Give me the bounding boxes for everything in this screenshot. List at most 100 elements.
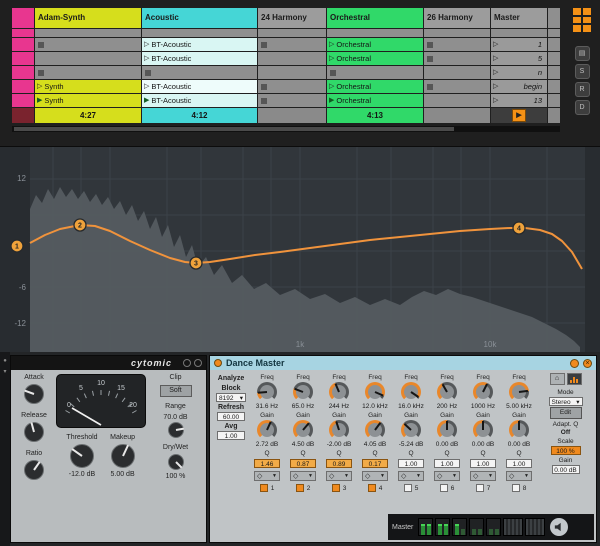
clip-stop-button[interactable] <box>38 70 44 76</box>
gain-knob-band-3[interactable] <box>329 420 349 440</box>
device-chevron-icon[interactable]: ▾ <box>3 368 6 375</box>
clip-slot[interactable] <box>258 66 326 79</box>
clip-bt-acoustic[interactable]: ▷BT-Acoustic <box>142 80 257 93</box>
gain-knob-band-4[interactable] <box>365 420 385 440</box>
band-shape-select[interactable]: ◇▼ <box>434 471 460 481</box>
eq-band-handle-4[interactable]: 4 <box>513 222 525 234</box>
clip-launch-button[interactable]: ▷ <box>144 80 149 93</box>
clip-slot[interactable] <box>35 66 141 79</box>
band-enable[interactable]: 7 <box>476 484 491 492</box>
freq-knob-band-1[interactable] <box>257 382 277 402</box>
scene-launch-button[interactable]: ▷ <box>493 80 498 93</box>
scene-slot[interactable]: ▷13 <box>491 94 547 107</box>
eq-close-icon[interactable]: × <box>583 359 592 368</box>
clip-synth[interactable]: ▷Synth <box>35 80 141 93</box>
adaptq-value[interactable]: Off <box>561 429 570 436</box>
eq-band-handle-1[interactable]: 1 <box>11 240 23 252</box>
clip-slot[interactable] <box>258 38 326 51</box>
gain-knob-band-7[interactable] <box>473 420 493 440</box>
band-enable-checkbox[interactable] <box>404 484 412 492</box>
gain-value[interactable]: 0.00 dB <box>508 441 530 448</box>
track-header-master[interactable]: Master <box>491 8 547 28</box>
track-header-pink[interactable] <box>12 8 34 28</box>
clip-slot[interactable] <box>12 38 34 51</box>
eq-titlebar[interactable]: Dance Master × <box>210 356 596 370</box>
gain-value[interactable]: 0.00 dB <box>436 441 458 448</box>
scene-launch-button[interactable]: ▷ <box>493 66 498 79</box>
freq-knob-band-3[interactable] <box>329 382 349 402</box>
clip-bt-acoustic[interactable]: ▶BT-Acoustic <box>142 94 257 107</box>
eq-spectrum-display[interactable]: 12-6-121k10k1234 <box>0 146 600 352</box>
show-io-button[interactable]: ▤ <box>575 46 590 61</box>
band-enable-checkbox[interactable] <box>260 484 268 492</box>
freq-knob-band-2[interactable] <box>293 382 313 402</box>
clip-launch-button[interactable]: ▷ <box>329 80 334 93</box>
band-enable-checkbox[interactable] <box>296 484 304 492</box>
clip-slot[interactable] <box>424 52 490 65</box>
clip-slot[interactable] <box>142 66 257 79</box>
eq-activity-icon[interactable] <box>570 359 579 368</box>
clip-slot[interactable] <box>424 38 490 51</box>
makeup-knob[interactable] <box>110 443 136 469</box>
freq-value[interactable]: 5.00 kHz <box>506 403 532 410</box>
clip-slot[interactable] <box>548 66 560 79</box>
clip-bt-acoustic[interactable]: ▷BT-Acoustic <box>142 52 257 65</box>
clip-slot[interactable] <box>424 94 490 107</box>
gain-knob-band-2[interactable] <box>293 420 313 440</box>
gain-knob-band-8[interactable] <box>509 420 529 440</box>
freq-value[interactable]: 65.0 Hz <box>292 403 314 410</box>
clip-stop-button[interactable] <box>261 42 267 48</box>
clip-launch-button[interactable]: ▶ <box>37 94 42 107</box>
gain-value[interactable]: 0.00 dB <box>472 441 494 448</box>
eq-band-handle-3[interactable]: 3 <box>190 257 202 269</box>
track-header-adam-synth[interactable]: Adam-Synth <box>35 8 141 28</box>
clip-slot[interactable] <box>548 80 560 93</box>
band-shape-select[interactable]: ◇▼ <box>326 471 352 481</box>
track-header-24-harmony[interactable]: 24 Harmony <box>258 8 326 28</box>
gain-knob-band-1[interactable] <box>257 420 277 440</box>
range-value[interactable]: 70.0 dB <box>163 414 187 421</box>
clip-stop-button[interactable] <box>261 84 267 90</box>
threshold-value[interactable]: -12.0 dB <box>69 471 95 478</box>
release-knob[interactable] <box>23 421 45 443</box>
clip-slot[interactable] <box>548 52 560 65</box>
band-enable-checkbox[interactable] <box>440 484 448 492</box>
clip-launch-button[interactable]: ▷ <box>329 52 334 65</box>
track-header-scene-strip[interactable] <box>548 8 560 28</box>
curve-view-icon[interactable]: ⌂ <box>550 373 565 385</box>
clip-launch-button[interactable]: ▷ <box>37 80 42 93</box>
q-value-box[interactable]: 0.87 <box>290 459 316 468</box>
session-overview-icon[interactable] <box>573 8 591 32</box>
scene-launch-button[interactable]: ▷ <box>493 38 498 51</box>
q-value-box[interactable]: 1.46 <box>254 459 280 468</box>
gain-knob-band-5[interactable] <box>401 420 421 440</box>
band-enable-checkbox[interactable] <box>368 484 376 492</box>
q-value-box[interactable]: 1.00 <box>398 459 424 468</box>
scene-slot[interactable]: ▷n <box>491 66 547 79</box>
ratio-knob[interactable] <box>23 459 45 481</box>
freq-value[interactable]: 1000 Hz <box>471 403 495 410</box>
band-enable-checkbox[interactable] <box>476 484 484 492</box>
routing-box-2[interactable] <box>525 518 545 536</box>
freq-value[interactable]: 244 Hz <box>329 403 350 410</box>
routing-box-1[interactable] <box>503 518 523 536</box>
scene-slot[interactable]: ▷begin <box>491 80 547 93</box>
clip-launch-button[interactable]: ▶ <box>144 94 149 107</box>
clip-slot[interactable] <box>424 66 490 79</box>
gain-value[interactable]: -5.24 dB <box>399 441 424 448</box>
edit-button[interactable]: Edit <box>550 407 582 419</box>
gain-value[interactable]: -2.00 dB <box>327 441 352 448</box>
clip-orchestral[interactable]: ▶Orchestral <box>327 94 423 107</box>
q-value-box[interactable]: 1.00 <box>470 459 496 468</box>
eq-band-handle-2[interactable]: 2 <box>74 219 86 231</box>
band-shape-select[interactable]: ◇▼ <box>290 471 316 481</box>
scene-launch-button[interactable]: ▷ <box>493 94 498 107</box>
clip-slot[interactable] <box>548 94 560 107</box>
analyze-button[interactable]: Analyze <box>218 375 244 382</box>
band-shape-select[interactable]: ◇▼ <box>506 471 532 481</box>
clip-orchestral[interactable]: ▷Orchestral <box>327 52 423 65</box>
show-returns-button[interactable]: R <box>575 82 590 97</box>
q-value-box[interactable]: 0.17 <box>362 459 388 468</box>
q-value-box[interactable]: 1.00 <box>506 459 532 468</box>
clip-launch-button[interactable]: ▷ <box>329 38 334 51</box>
